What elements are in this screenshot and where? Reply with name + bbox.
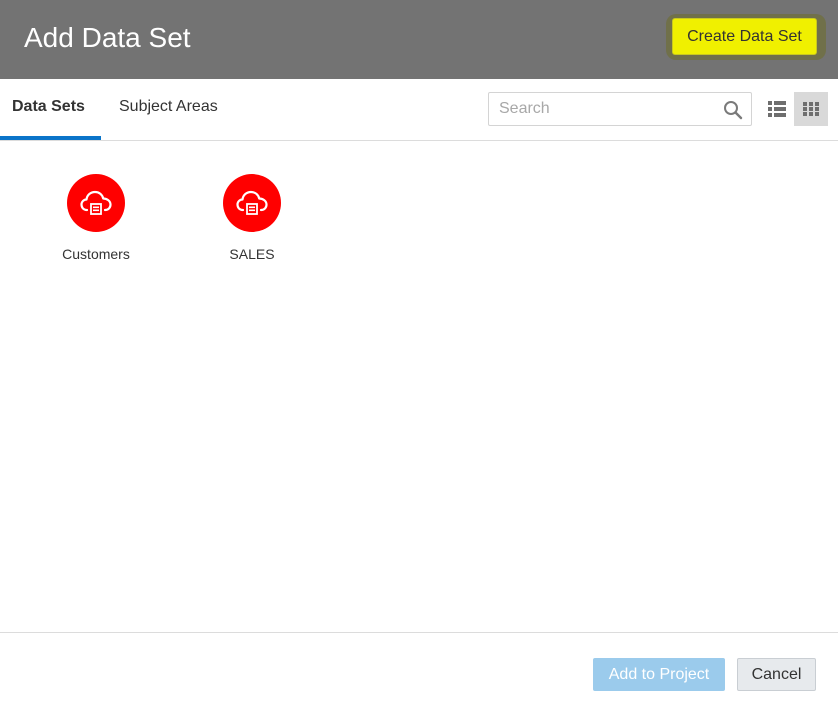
list-view-button[interactable]: [760, 92, 794, 126]
dataset-tile-customers[interactable]: Customers: [36, 174, 156, 274]
search-input[interactable]: [489, 93, 727, 125]
tab-bar: Data Sets Subject Areas: [0, 79, 838, 141]
search-box: [488, 92, 752, 126]
cloud-database-icon: [236, 190, 268, 215]
dataset-icon-circle: [67, 174, 125, 232]
dataset-label: SALES: [229, 246, 275, 262]
tab-data-sets[interactable]: Data Sets: [0, 79, 101, 140]
dialog-header: Add Data Set Create Data Set: [0, 0, 838, 79]
dialog-title: Add Data Set: [24, 22, 191, 53]
tab-subject-areas[interactable]: Subject Areas: [119, 79, 218, 140]
grid-view-icon: [803, 102, 819, 116]
cloud-database-icon: [80, 190, 112, 215]
dataset-icon-circle: [223, 174, 281, 232]
add-data-set-dialog: Add Data Set Create Data Set Data Sets S…: [0, 0, 838, 715]
add-to-project-button[interactable]: Add to Project: [593, 658, 725, 691]
create-data-set-button[interactable]: Create Data Set: [672, 18, 817, 55]
dialog-footer: Add to Project Cancel: [0, 632, 838, 715]
grid-view-button[interactable]: [794, 92, 828, 126]
dataset-grid: Customers SALES: [0, 141, 838, 632]
search-icon[interactable]: [723, 100, 743, 120]
dataset-tile-sales[interactable]: SALES: [192, 174, 312, 274]
list-view-icon: [768, 101, 786, 117]
dataset-label: Customers: [62, 246, 130, 262]
cancel-button[interactable]: Cancel: [737, 658, 816, 691]
